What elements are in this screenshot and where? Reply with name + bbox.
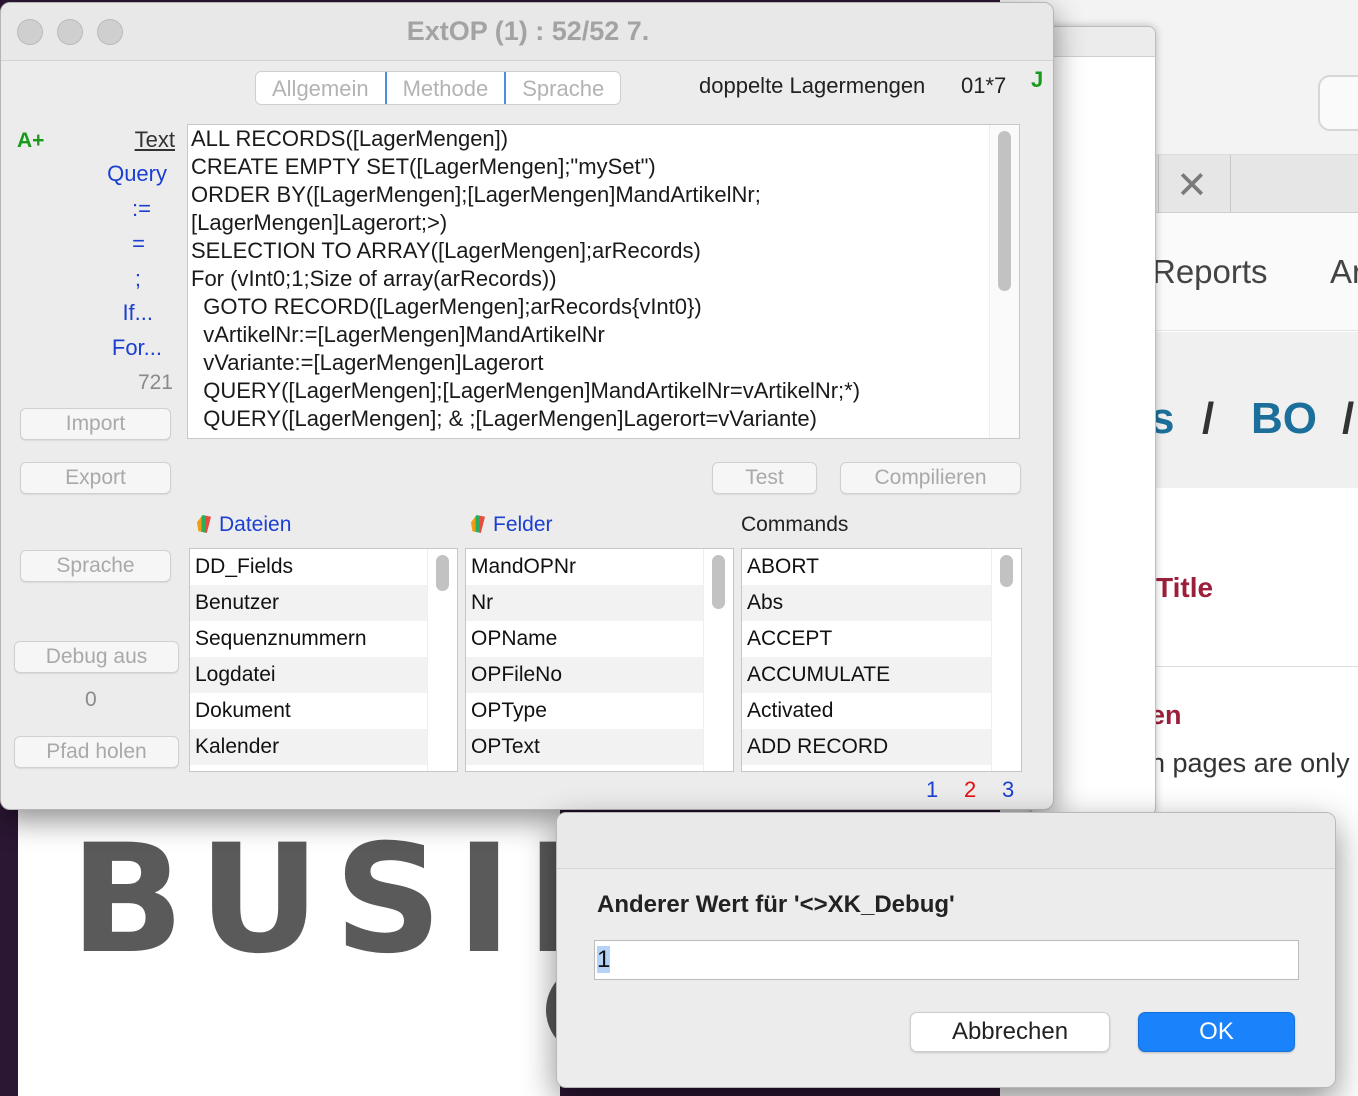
ok-button[interactable]: OK [1138,1012,1295,1052]
section-text: n pages are only [1150,748,1350,778]
dateien-header-label: Dateien [219,513,292,536]
breadcrumb-separator: / [1202,394,1215,443]
list-item[interactable]: OPType [466,693,733,729]
method-flag: J [1031,67,1044,92]
cancel-button[interactable]: Abbrechen [910,1012,1110,1052]
list-item[interactable]: ACCEPT [742,621,1021,657]
window-titlebar: ExtOP (1) : 52/52 7. [1,3,1053,61]
list-scrollbar-thumb[interactable] [712,555,725,609]
insert-if-link[interactable]: If... [1,300,153,326]
get-path-button[interactable]: Pfad holen [14,736,179,768]
debug-value: 0 [85,688,97,711]
breadcrumb-separator: / [1342,394,1355,443]
code-line: vArtikelNr:=[LagerMengen]MandArtikelNr [191,322,605,347]
insert-semicolon-link[interactable]: ; [1,266,141,292]
code-scrollbar[interactable] [989,125,1019,438]
input-dialog: Anderer Wert für '<>XK_Debug' 1 Abbreche… [556,812,1336,1088]
code-line: SELECTION TO ARRAY([LagerMengen];arRecor… [191,238,701,263]
breadcrumb-item-bo[interactable]: BO [1251,394,1317,444]
list-item[interactable]: ACCUMULATE [742,657,1021,693]
list-item[interactable]: Sequenznummern [190,621,457,657]
tab-sprache[interactable]: Sprache [506,72,620,104]
list-item[interactable]: Logdatei [190,657,457,693]
dateien-list[interactable]: DD_Fields Benutzer Sequenznummern Logdat… [189,548,458,772]
list-item[interactable]: Abs [742,585,1021,621]
felder-header-label: Felder [493,513,553,536]
export-button[interactable]: Export [20,462,171,494]
list-item[interactable]: Benutzer [190,585,457,621]
tab-divider [1230,155,1231,213]
page-3-link[interactable]: 3 [1002,777,1014,803]
commands-list[interactable]: ABORT Abs ACCEPT ACCUMULATE Activated AD… [741,548,1022,772]
page-2-link[interactable]: 2 [964,777,976,803]
code-line: ALL RECORDS([LagerMengen]) [191,126,509,151]
tab-bar: Allgemein Methode Sprache [255,71,622,105]
code-line: vVariante:=[LagerMengen]Lagerort [191,350,544,375]
list-scrollbar[interactable] [991,549,1021,771]
list-item[interactable]: Dokument [190,693,457,729]
list-item[interactable]: ABORT [742,549,1021,585]
list-item[interactable]: MandOPNr [466,549,733,585]
list-item[interactable]: OPName [466,621,733,657]
insert-assign-link[interactable]: := [1,196,151,222]
tab-allgemein[interactable]: Allgemein [256,72,387,104]
sprache-button[interactable]: Sprache [20,550,171,582]
sort-icon [197,515,211,533]
code-line: CREATE EMPTY SET([LagerMengen];"mySet") [191,154,656,179]
debug-off-button[interactable]: Debug aus [14,641,179,673]
list-item[interactable]: ADD RECORD [742,729,1021,765]
line-count: 721 [137,371,173,394]
code-line: For (vInt0;1;Size of array(arRecords)) [191,266,557,291]
method-code: 01*7 [961,73,1007,98]
sort-icon [471,515,485,533]
method-name: doppelte Lagermengen [699,73,926,98]
divider [1156,666,1358,667]
list-scrollbar-thumb[interactable] [436,555,449,591]
code-line: QUERY([LagerMengen];[LagerMengen]MandArt… [191,378,861,403]
value-input[interactable]: 1 [594,940,1299,980]
list-item[interactable]: Nr [466,585,733,621]
insert-query-link[interactable]: Query [1,161,167,187]
test-button[interactable]: Test [712,462,817,494]
code-line: [LagerMengen]Lagerort;>) [191,210,448,235]
close-tab-icon[interactable]: ✕ [1176,163,1208,208]
nav-reports-link[interactable]: Reports [1152,253,1268,291]
list-item[interactable]: Kalender [190,729,457,765]
tab-divider [1158,155,1159,213]
page-1-link[interactable]: 1 [926,777,938,803]
code-line: ORDER BY([LagerMengen];[LagerMengen]Mand… [191,182,761,207]
list-item[interactable]: Activated [742,693,1021,729]
commands-header: Commands [741,513,849,536]
felder-list[interactable]: MandOPNr Nr OPName OPFileNo OPType OPTex… [465,548,734,772]
value-input-text: 1 [597,946,611,973]
code-editor[interactable]: ALL RECORDS([LagerMengen]) CREATE EMPTY … [187,124,1020,439]
list-item[interactable]: OPText [466,729,733,765]
list-scrollbar-thumb[interactable] [1000,555,1013,587]
code-scrollbar-thumb[interactable] [998,131,1011,291]
background-logo-area: BUSIN [0,805,652,1096]
dialog-prompt: Anderer Wert für '<>XK_Debug' [597,891,955,918]
list-item[interactable]: DD_Fields [190,549,457,585]
list-scrollbar[interactable] [427,549,457,771]
nav-link-partial[interactable]: Ar [1330,253,1358,291]
list-scrollbar[interactable] [703,549,733,771]
import-button[interactable]: Import [20,408,171,440]
compile-button[interactable]: Compilieren [840,462,1021,494]
dialog-titlebar [557,813,1335,869]
list-item[interactable]: OPFileNo [466,657,733,693]
window-title: ExtOP (1) : 52/52 7. [406,16,650,46]
text-link[interactable]: Text [1,127,175,153]
code-line: QUERY([LagerMengen]; & ;[LagerMengen]Lag… [191,406,817,431]
extop-window: ExtOP (1) : 52/52 7. Allgemein Methode S… [0,2,1054,810]
code-line: GOTO RECORD([LagerMengen];arRecords{vInt… [191,294,702,319]
insert-equals-link[interactable]: = [1,231,145,257]
address-bar[interactable] [1318,75,1358,131]
dateien-header[interactable]: Dateien [197,513,291,537]
tab-methode[interactable]: Methode [387,72,507,104]
felder-header[interactable]: Felder [471,513,553,537]
page-title: Title [1156,572,1214,603]
insert-for-link[interactable]: For... [1,335,162,361]
